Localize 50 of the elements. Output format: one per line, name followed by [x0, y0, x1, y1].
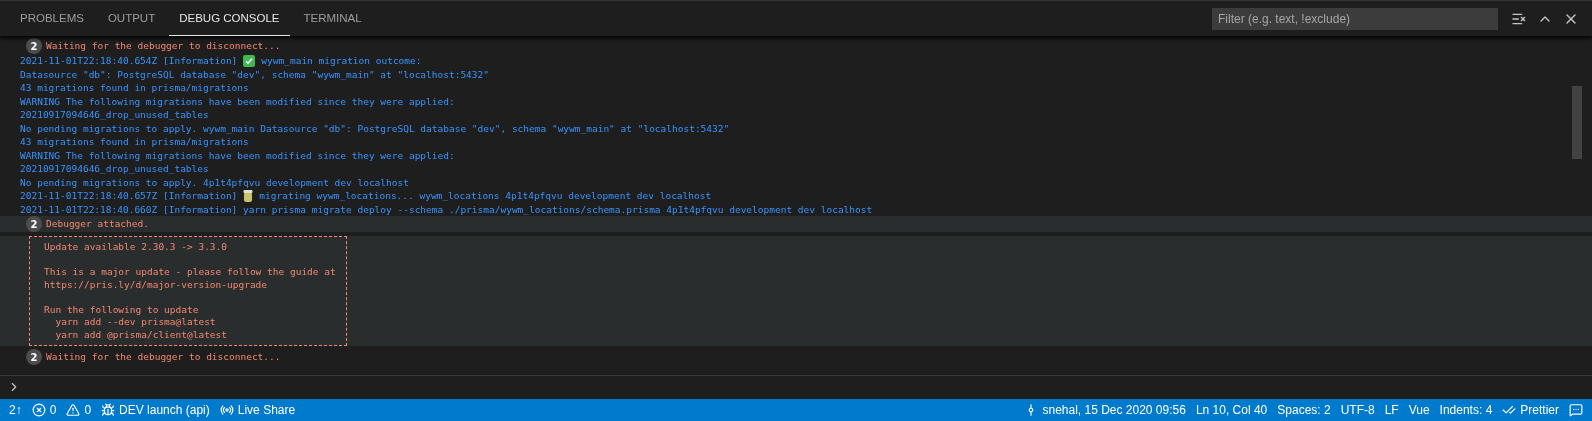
check-mark-icon [243, 54, 256, 67]
panel-tab[interactable]: OUTPUT [97, 1, 166, 36]
scrollbar-thumb[interactable] [1572, 86, 1582, 159]
error-icon [31, 403, 46, 417]
debugger-message: Waiting for the debugger to disconnect... [46, 39, 281, 53]
notice-line: Update available 2.30.3 -> 3.3.0 [44, 241, 229, 254]
log-line: No pending migrations to apply. wywm_main Datasource "db": PostgreSQL database "dev", schema "wywm_main" at "localhost:5432" [20, 121, 731, 135]
log-line: No pending migrations to apply. 4p1t4pfqvu development dev localhost [20, 175, 410, 189]
log-line: Datasource "db": PostgreSQL database "dev", schema "wywm_main" at "localhost:5432" [20, 67, 490, 81]
notice-line: Run the following to update [44, 303, 200, 316]
status-item[interactable]: Indents: 4 [1434, 403, 1498, 417]
status-item[interactable]: Spaces: 2 [1272, 403, 1336, 417]
status-item[interactable]: Ln 10, Col 40 [1190, 403, 1273, 417]
log-line: WARNING The following migrations have been modified since they were applied: [20, 148, 456, 162]
notice-line: https://pris.ly/d/major-version-upgrade [44, 278, 269, 291]
log-line: WARNING The following migrations have been modified since they were applied: [20, 94, 456, 108]
status-item[interactable]: Prettier [1497, 403, 1564, 417]
log-line: 43 migrations found in prisma/migrations [20, 81, 250, 95]
panel-tab[interactable]: PROBLEMS [10, 1, 94, 36]
status-item[interactable]: 2↑ [4, 403, 27, 417]
count-badge: 2 [26, 38, 42, 54]
status-item[interactable]: Vue [1403, 403, 1435, 417]
status-item[interactable]: snehal, 15 Dec 2020 09:56 [1019, 403, 1191, 417]
log-line: 20210917094646_drop_unused_tables [20, 108, 210, 122]
warning-icon [66, 403, 81, 417]
notice-line: yarn add --dev prisma@latest [54, 316, 217, 329]
status-item[interactable]: LF [1379, 403, 1404, 417]
feedback-icon [1569, 403, 1583, 417]
count-badge: 2 [26, 216, 42, 232]
debugger-message: Debugger attached. [46, 217, 149, 231]
debugger-message: Waiting for the debugger to disconnect... [46, 350, 281, 364]
log-line: 43 migrations found in prisma/migrations [20, 135, 250, 149]
count-badge: 2 [26, 349, 42, 365]
bug-icon [101, 403, 116, 417]
notice-line: yarn add @prisma/client@latest [54, 328, 229, 341]
status-item[interactable]: 0 [61, 403, 97, 417]
status-item[interactable]: 0 [26, 403, 62, 417]
log-line: 2021-11-01T22:18:40.660Z [Information] yarn prisma migrate deploy --schema ./prisma/wywm_locations/schema.prisma 4p1t4pfqvu development dev localhost [20, 202, 874, 216]
panel-tab[interactable]: DEBUG CONSOLE [169, 1, 290, 36]
log-line: 2021-11-01T22:18:40.657Z [Information] migrating wywm_locations... wywm_locations 4p1t4pfqvu development dev localhost [20, 189, 713, 203]
status-item[interactable]: DEV launch (api) [96, 403, 215, 417]
status-item[interactable]: UTF-8 [1335, 403, 1380, 417]
log-line: 2021-11-01T22:18:40.654Z [Information] wywm_main migration outcome: [20, 54, 423, 68]
jar-icon [243, 189, 254, 202]
status-item[interactable]: Live Share [214, 403, 301, 417]
live-share-icon [219, 403, 234, 417]
log-line: 20210917094646_drop_unused_tables [20, 162, 210, 176]
filter-field[interactable]: Filter (e.g. text, !exclude) [1212, 7, 1498, 30]
double-check-icon [1502, 403, 1517, 417]
panel-tab[interactable]: TERMINAL [293, 1, 372, 36]
